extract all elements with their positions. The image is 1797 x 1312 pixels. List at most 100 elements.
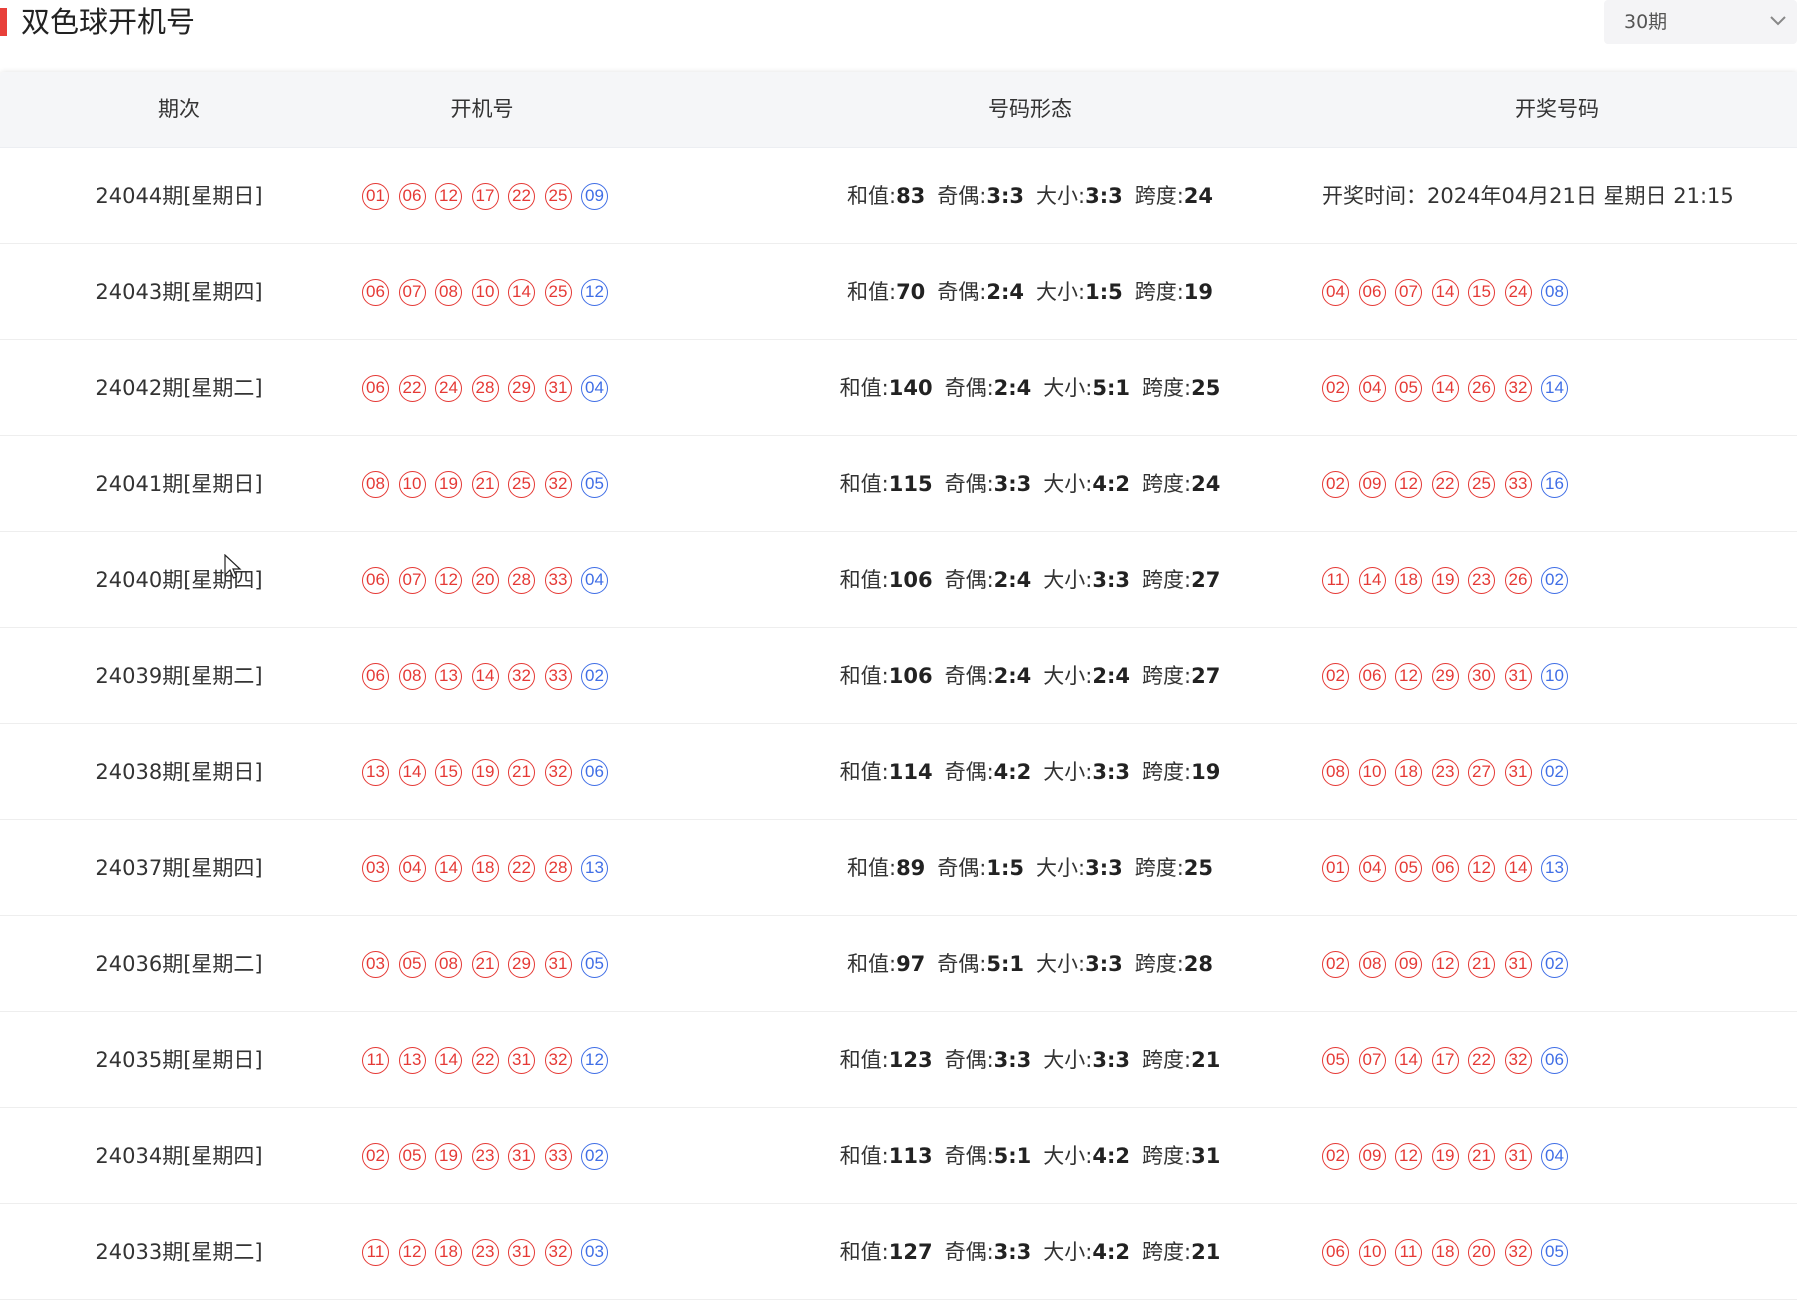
red-ball: 14 — [1358, 566, 1386, 594]
winning-numbers-cell: 06 10 11 18 20 32 05 — [1322, 1204, 1792, 1300]
odd-even-stat: 奇偶:3:3 — [937, 184, 1024, 208]
red-ball: 08 — [1322, 758, 1349, 786]
table-row: 24044期[星期日] 01 06 12 17 22 25 09 和值:83 奇偶:3:3 大小:3… — [0, 148, 1797, 244]
winning-numbers-cell: 02 09 12 19 21 31 04 — [1322, 1108, 1792, 1204]
red-ball: 12 — [1395, 470, 1422, 498]
sum-stat: 和值:106 — [839, 664, 933, 688]
red-ball: 18 — [1395, 566, 1422, 594]
red-ball: 21 — [1468, 1142, 1495, 1170]
table-row: 24036期[星期二] 03 05 08 21 29 31 05 和值:97 奇偶:5:1 大小:3… — [0, 916, 1797, 1012]
odd-even-stat: 奇偶:3:3 — [944, 1048, 1032, 1072]
span-stat: 跨度:21 — [1142, 1240, 1221, 1264]
red-ball: 02 — [1322, 1142, 1349, 1170]
red-ball: 02 — [1322, 374, 1349, 402]
number-form-cell: 和值:140 奇偶:2:4 大小:5:1 跨度:25 — [700, 340, 1360, 436]
big-small-stat: 大小:5:1 — [1043, 376, 1130, 400]
red-ball: 19 — [471, 758, 499, 786]
odd-even-stat: 奇偶:3:3 — [944, 472, 1032, 496]
big-small-stat: 大小:4:2 — [1043, 472, 1130, 496]
winning-numbers-cell: 05 07 14 17 22 32 06 — [1322, 1012, 1792, 1108]
header-machine-numbers: 开机号 — [450, 97, 514, 121]
red-ball: 02 — [1322, 662, 1349, 690]
red-ball: 25 — [508, 470, 535, 498]
red-ball: 06 — [362, 278, 389, 306]
odd-even-stat: 奇偶:2:4 — [944, 664, 1032, 688]
red-ball: 33 — [544, 566, 572, 594]
blue-ball: 08 — [1541, 278, 1568, 306]
red-ball: 21 — [471, 470, 499, 498]
table-row: 24043期[星期四] 06 07 08 10 14 25 12 和值:70 奇偶:2:4 大小:1… — [0, 244, 1797, 340]
odd-even-stat: 奇偶:3:3 — [944, 1240, 1032, 1264]
red-ball: 14 — [471, 662, 499, 690]
span-stat: 跨度:28 — [1134, 952, 1214, 976]
red-ball: 18 — [1395, 758, 1422, 786]
red-ball: 32 — [1504, 1238, 1532, 1266]
blue-ball: 06 — [1541, 1046, 1568, 1074]
winning-numbers-cell: 02 08 09 12 21 31 02 — [1322, 916, 1792, 1012]
red-ball: 32 — [544, 470, 572, 498]
blue-ball: 09 — [581, 182, 608, 210]
red-ball: 12 — [1468, 854, 1495, 882]
red-ball: 05 — [1395, 854, 1422, 882]
sum-stat: 和值:140 — [839, 376, 933, 400]
red-ball: 23 — [1468, 566, 1495, 594]
winning-numbers-cell: 08 10 18 23 27 31 02 — [1322, 724, 1792, 820]
red-ball: 31 — [508, 1046, 535, 1074]
red-ball: 07 — [1395, 278, 1422, 306]
red-ball: 17 — [471, 182, 499, 210]
red-ball: 23 — [471, 1238, 499, 1266]
red-ball: 26 — [1468, 374, 1495, 402]
red-ball: 04 — [1358, 854, 1386, 882]
red-ball: 02 — [1322, 950, 1349, 978]
red-ball: 25 — [1468, 470, 1495, 498]
sum-stat: 和值:89 — [846, 856, 926, 880]
machine-numbers-cell: 11 12 18 23 31 32 03 — [362, 1204, 622, 1300]
red-ball: 32 — [544, 1046, 572, 1074]
table-row: 24039期[星期二] 06 08 13 14 32 33 02 和值:106 奇偶:2:4 大小:… — [0, 628, 1797, 724]
page-title: 双色球开机号 — [21, 5, 196, 39]
red-ball: 05 — [1322, 1046, 1349, 1074]
title-accent-bar — [0, 8, 7, 36]
red-ball: 32 — [1504, 374, 1532, 402]
winning-numbers-cell: 04 06 07 14 15 24 08 — [1322, 244, 1792, 340]
red-ball: 10 — [398, 470, 426, 498]
big-small-stat: 大小:3:3 — [1036, 856, 1123, 880]
blue-ball: 02 — [581, 662, 608, 690]
table-row: 24042期[星期二] 06 22 24 28 29 31 04 和值:140 奇偶:2:4 大小:… — [0, 340, 1797, 436]
red-ball: 22 — [471, 1046, 499, 1074]
red-ball: 06 — [1358, 278, 1386, 306]
blue-ball: 02 — [1541, 950, 1568, 978]
red-ball: 31 — [1504, 662, 1532, 690]
odd-even-stat: 奇偶:2:4 — [937, 280, 1024, 304]
span-stat: 跨度:25 — [1142, 376, 1221, 400]
draw-table: 期次 开机号 号码形态 开奖号码 24044期[星期日] 01 06 12 17 22 25… — [0, 72, 1797, 1312]
red-ball: 31 — [544, 950, 572, 978]
red-ball: 08 — [435, 278, 462, 306]
winning-numbers-cell: 11 14 18 19 23 26 02 — [1322, 532, 1792, 628]
red-ball: 23 — [1431, 758, 1459, 786]
red-ball: 07 — [1358, 1046, 1386, 1074]
machine-numbers-cell: 01 06 12 17 22 25 09 — [362, 148, 622, 244]
red-ball: 22 — [1468, 1046, 1495, 1074]
winning-numbers-cell: 02 04 05 14 26 32 14 — [1322, 340, 1792, 436]
period-cell: 24039期[星期二] — [95, 664, 263, 688]
red-ball: 19 — [1431, 566, 1459, 594]
red-ball: 14 — [1395, 1046, 1422, 1074]
table-body: 24044期[星期日] 01 06 12 17 22 25 09 和值:83 奇偶:3:3 大小:3… — [0, 148, 1797, 1300]
sum-stat: 和值:127 — [839, 1240, 933, 1264]
table-row: 24033期[星期二] 11 12 18 23 31 32 03 和值:127 奇偶:3:3 大小:… — [0, 1204, 1797, 1300]
blue-ball: 14 — [1541, 374, 1568, 402]
red-ball: 10 — [471, 278, 499, 306]
odd-even-stat: 奇偶:4:2 — [944, 760, 1032, 784]
blue-ball: 12 — [581, 278, 608, 306]
red-ball: 12 — [398, 1238, 426, 1266]
span-stat: 跨度:25 — [1134, 856, 1214, 880]
red-ball: 21 — [471, 950, 499, 978]
red-ball: 06 — [1322, 1238, 1349, 1266]
red-ball: 28 — [508, 566, 535, 594]
red-ball: 17 — [1431, 1046, 1459, 1074]
red-ball: 14 — [1431, 278, 1459, 306]
red-ball: 18 — [1431, 1238, 1459, 1266]
period-count-select[interactable]: 30期 — [1604, 0, 1797, 44]
blue-ball: 05 — [581, 470, 608, 498]
